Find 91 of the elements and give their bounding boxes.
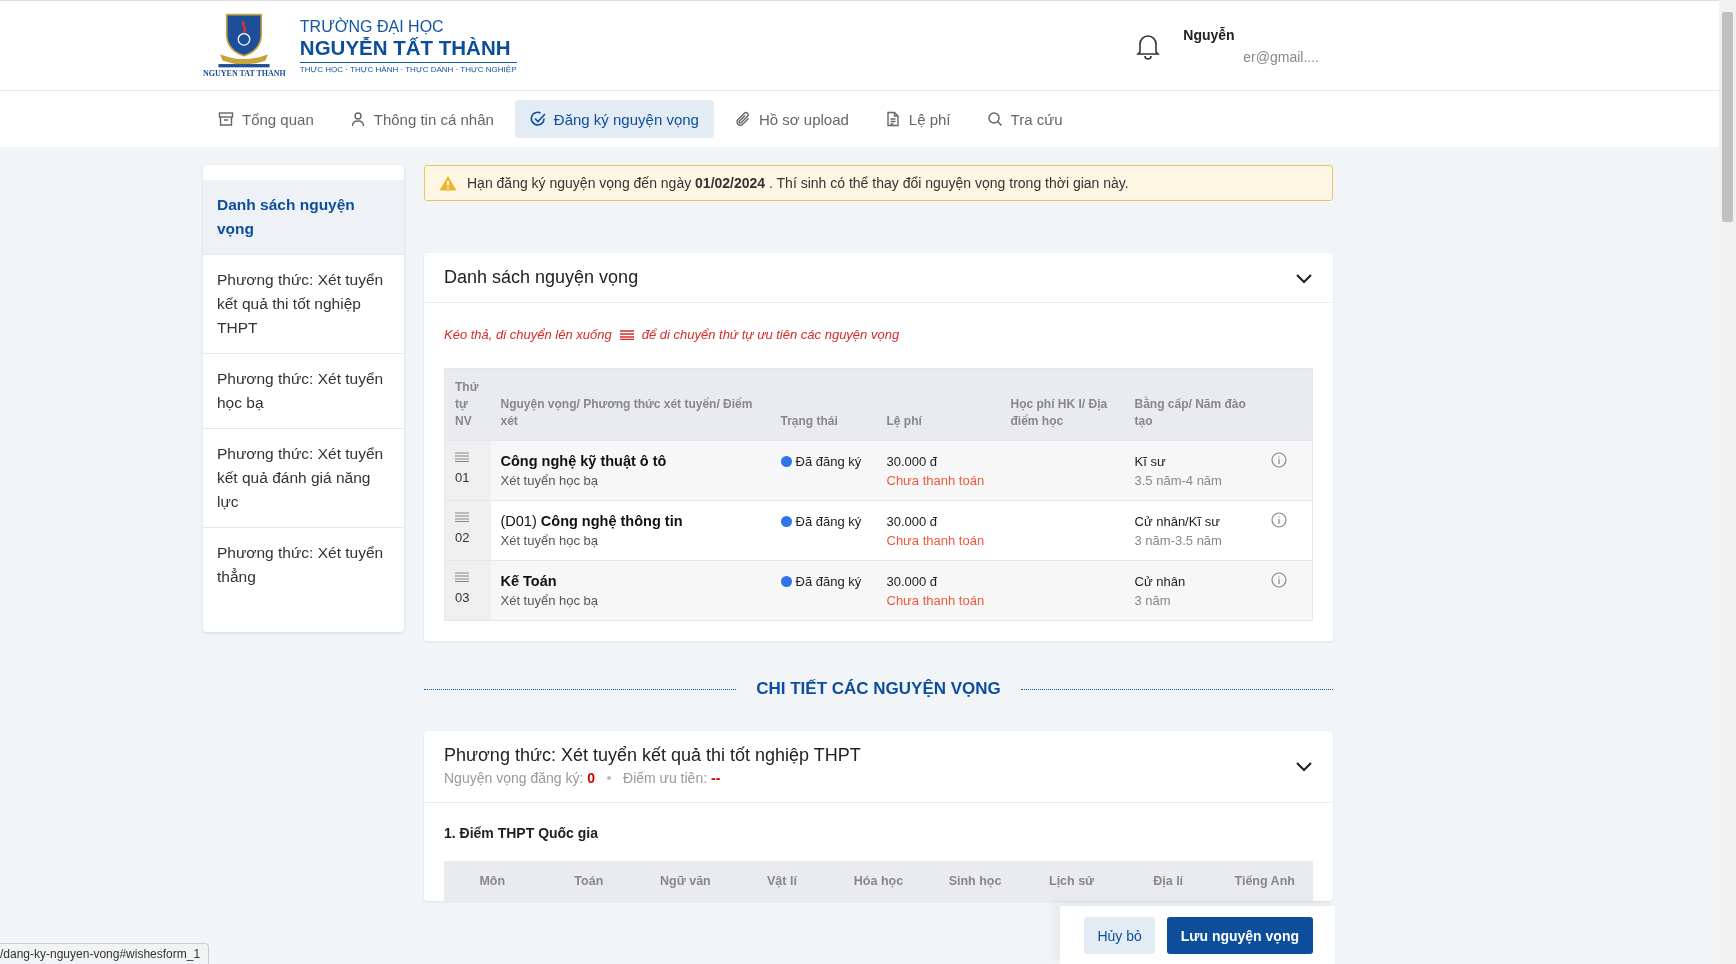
logo-text: TRƯỜNG ĐẠI HỌC bbox=[299, 17, 445, 35]
column-header: Toán bbox=[573, 874, 605, 888]
scrollbar[interactable] bbox=[1719, 0, 1736, 964]
card-title: Phương thức: Xét tuyển kết quả thi tốt nghiệp THPT bbox=[444, 745, 861, 766]
save-button[interactable]: Lưu nguyện vọng bbox=[1166, 917, 1313, 954]
drag-handle-icon[interactable] bbox=[455, 572, 469, 582]
card-title: Danh sách nguyện vọng bbox=[444, 267, 639, 288]
info-icon[interactable] bbox=[1270, 452, 1287, 468]
logo-slogan: THỰC HỌC · THỰC HÀNH · THỰC DANH · THỰC NGHIỆP bbox=[299, 61, 517, 74]
info-icon[interactable] bbox=[1270, 512, 1287, 528]
payment-status: Chưa thanh toán bbox=[886, 532, 986, 550]
search-icon bbox=[986, 111, 1003, 127]
nav-tab[interactable]: Lệ phí bbox=[869, 100, 966, 138]
section-title: CHI TIẾT CÁC NGUYỆN VỌNG bbox=[756, 679, 1001, 699]
hint-text: Kéo thả, di chuyển lên xuống bbox=[444, 327, 612, 342]
drag-handle-icon[interactable] bbox=[455, 512, 469, 522]
status-text: Đã đăng ký bbox=[795, 453, 862, 471]
program-name: (D01) Công nghệ thông tin bbox=[500, 512, 684, 531]
drag-handle-icon[interactable] bbox=[455, 452, 469, 462]
chevron-icon[interactable] bbox=[1295, 271, 1313, 284]
sidebar-item[interactable]: Phương thức: Xét tuyển kết quả thi tốt nghiệp THPT bbox=[203, 255, 404, 354]
crest-caption: NGUYEN TAT THANH bbox=[203, 69, 286, 78]
status-dot bbox=[780, 456, 792, 467]
cancel-button[interactable]: Hủy bỏ bbox=[1084, 917, 1155, 954]
column-header: Nguyện vọng/ Phương thức xét tuyển/ Điểm xét bbox=[490, 368, 771, 441]
nav-tab[interactable]: Đăng ký nguyện vọng bbox=[514, 100, 714, 138]
status-text: Đã đăng ký bbox=[795, 573, 862, 591]
status-url: /dang-ky-nguyen-vong#wishesform_1 bbox=[0, 943, 210, 964]
paperclip-icon bbox=[734, 111, 751, 127]
sidebar-item[interactable]: Danh sách nguyện vọng bbox=[203, 180, 404, 255]
check-circle-icon bbox=[529, 111, 546, 127]
column-header: Trạng thái bbox=[770, 368, 877, 441]
status-dot bbox=[780, 516, 792, 527]
chevron-icon[interactable] bbox=[1295, 759, 1313, 772]
fee-text: 30.000 đ bbox=[886, 513, 939, 531]
alert-text: Hạn đăng ký nguyện vọng đến ngày 01/02/2024 . Thí sinh có thể thay đổi nguyện vọng trong thời gian này. bbox=[467, 175, 1129, 191]
degree-text: Kĩ sư bbox=[1134, 453, 1167, 471]
degree-text: Cử nhân/Kĩ sư bbox=[1134, 513, 1221, 531]
drag-handle-icon bbox=[619, 329, 634, 340]
hint-text: để di chuyển thứ tự ưu tiên các nguyện vọng bbox=[641, 327, 900, 342]
warning-icon bbox=[439, 175, 457, 191]
method-text: Xét tuyển học bạ bbox=[500, 592, 600, 610]
nav-tab[interactable]: Tổng quan bbox=[203, 100, 329, 138]
user-name: Nguyễn bbox=[1183, 26, 1236, 43]
column-header: Hóa học bbox=[852, 874, 905, 888]
program-name: Kế Toán bbox=[500, 572, 558, 591]
column-header: Sinh học bbox=[947, 874, 1003, 888]
stat-label: Nguyện vọng đăng ký: bbox=[444, 770, 584, 786]
column-header: Tiếng Anh bbox=[1233, 874, 1296, 888]
column-header: Bằng cấp/ Năm đào tạo bbox=[1124, 368, 1261, 441]
duration-text: 3 năm bbox=[1134, 592, 1172, 610]
column-header: Thứ tự NV bbox=[444, 368, 491, 441]
user-email: er@gmail.... bbox=[1242, 48, 1319, 65]
column-header: Lệ phí bbox=[876, 368, 1001, 441]
nav-tab[interactable]: Tra cứu bbox=[971, 100, 1078, 138]
order-number: 01 bbox=[455, 470, 470, 485]
degree-text: Cử nhân bbox=[1134, 573, 1187, 591]
nav-tab[interactable]: Thông tin cá nhân bbox=[334, 100, 509, 138]
logo-text: NGUYỄN TẤT THÀNH bbox=[299, 35, 512, 60]
column-header: Ngữ văn bbox=[659, 874, 712, 888]
method-text: Xét tuyển học bạ bbox=[500, 532, 600, 550]
column-header: Địa lí bbox=[1152, 874, 1185, 888]
status-dot bbox=[780, 576, 792, 587]
column-header: Môn bbox=[478, 874, 507, 888]
document-icon bbox=[884, 111, 901, 127]
fee-text: 30.000 đ bbox=[886, 453, 939, 471]
box-icon bbox=[218, 111, 234, 127]
method-text: Xét tuyển học bạ bbox=[500, 472, 600, 490]
program-name: Công nghệ kỹ thuật ô tô bbox=[500, 452, 668, 471]
sidebar-item[interactable]: Phương thức: Xét tuyển học bạ bbox=[203, 354, 404, 429]
payment-status: Chưa thanh toán bbox=[886, 592, 986, 610]
sidebar-item[interactable]: Phương thức: Xét tuyển thẳng bbox=[203, 528, 404, 602]
column-header: Lịch sử bbox=[1048, 874, 1096, 888]
stat-value: -- bbox=[711, 770, 721, 786]
fee-text: 30.000 đ bbox=[886, 573, 939, 591]
info-icon[interactable] bbox=[1270, 572, 1287, 588]
stat-label: Điểm ưu tiên: bbox=[623, 770, 708, 786]
order-number: 03 bbox=[455, 590, 470, 605]
nav-tab[interactable]: Hồ sơ upload bbox=[719, 100, 864, 138]
user-icon bbox=[349, 111, 366, 127]
status-text: Đã đăng ký bbox=[795, 513, 862, 531]
stat-value: 0 bbox=[587, 770, 595, 786]
sidebar-item[interactable]: Phương thức: Xét tuyển kết quả đánh giá năng lực bbox=[203, 429, 404, 528]
order-number: 02 bbox=[455, 530, 470, 545]
duration-text: 3 năm-3.5 năm bbox=[1134, 532, 1223, 550]
duration-text: 3.5 năm-4 năm bbox=[1134, 472, 1223, 490]
scroll-thumb[interactable] bbox=[1722, 12, 1733, 222]
subsection-title: 1. Điểm THPT Quốc gia bbox=[443, 824, 600, 843]
payment-status: Chưa thanh toán bbox=[886, 472, 986, 490]
column-header: Học phí HK I/ Địa điểm học bbox=[1000, 368, 1125, 441]
column-header: Vật lí bbox=[766, 874, 798, 888]
